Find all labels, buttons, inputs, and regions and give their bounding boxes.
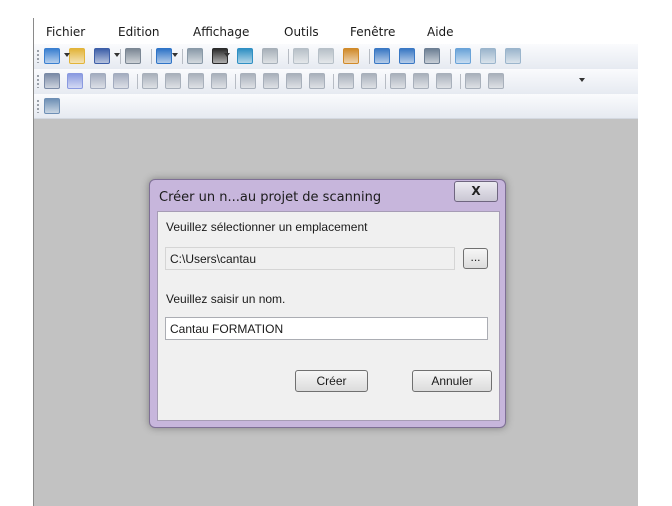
- cloud-sync-icon[interactable]: [480, 48, 496, 64]
- chevron-down-icon[interactable]: [224, 53, 230, 57]
- plane-icon[interactable]: [390, 73, 406, 89]
- chevron-down-icon[interactable]: [579, 78, 585, 82]
- create-button[interactable]: Créer: [295, 370, 368, 392]
- toolbar-separator: [450, 49, 451, 64]
- document-export-icon[interactable]: [399, 48, 415, 64]
- location-label: Veuillez sélectionner un emplacement: [166, 220, 368, 234]
- menu-outils[interactable]: Outils: [284, 25, 319, 39]
- menu-fenetre[interactable]: Fenêtre: [350, 25, 395, 39]
- help-icon[interactable]: [156, 48, 172, 64]
- target-icon[interactable]: [188, 73, 204, 89]
- toolbar-separator: [333, 74, 334, 89]
- toolbar-separator: [385, 74, 386, 89]
- name-label: Veuillez saisir un nom.: [166, 292, 286, 306]
- register-icon[interactable]: [142, 73, 158, 89]
- toolbar-grip[interactable]: [37, 50, 39, 63]
- toolbar-separator: [460, 74, 461, 89]
- project-name-input[interactable]: Cantau FORMATION: [165, 317, 488, 340]
- list-icon[interactable]: [424, 48, 440, 64]
- panel-icon[interactable]: [293, 48, 309, 64]
- home-view-icon[interactable]: [237, 48, 253, 64]
- toolbar-separator: [235, 74, 236, 89]
- cube-filled-icon[interactable]: [309, 73, 325, 89]
- menu-fichier[interactable]: Fichier: [46, 25, 85, 39]
- toolbar-separator: [182, 49, 183, 64]
- toolbar-separator: [369, 49, 370, 64]
- toolbar-separator: [120, 49, 121, 64]
- align-icon[interactable]: [165, 73, 181, 89]
- sphere-icon[interactable]: [67, 73, 83, 89]
- section-icon[interactable]: [413, 73, 429, 89]
- menu-affichage[interactable]: Affichage: [193, 25, 249, 39]
- lasso-icon[interactable]: [90, 73, 106, 89]
- download-icon[interactable]: [343, 48, 359, 64]
- chevron-down-icon[interactable]: [172, 53, 178, 57]
- angle-icon[interactable]: [361, 73, 377, 89]
- chevron-down-icon[interactable]: [114, 53, 120, 57]
- measure-icon[interactable]: [338, 73, 354, 89]
- location-field[interactable]: C:\Users\cantau: [165, 247, 455, 270]
- tools-toolbar: [34, 69, 638, 95]
- browse-button[interactable]: ...: [463, 248, 488, 269]
- box-edit-icon[interactable]: [240, 73, 256, 89]
- cloud-remove-icon[interactable]: [505, 48, 521, 64]
- scan-icon[interactable]: [187, 48, 203, 64]
- grid-view-icon[interactable]: [262, 48, 278, 64]
- open-folder-icon[interactable]: [69, 48, 85, 64]
- box-clip-icon[interactable]: [263, 73, 279, 89]
- dialog-title: Créer un n...au projet de scanning: [159, 190, 382, 205]
- save-icon[interactable]: [94, 48, 110, 64]
- toolbar-separator: [137, 74, 138, 89]
- chevron-down-icon[interactable]: [64, 53, 70, 57]
- select-arrow-icon[interactable]: [44, 73, 60, 89]
- zoom-icon[interactable]: [318, 48, 334, 64]
- new-document-icon[interactable]: [44, 48, 60, 64]
- toolbar-separator: [151, 49, 152, 64]
- cloud-points-icon[interactable]: [113, 73, 129, 89]
- cube-icon[interactable]: [286, 73, 302, 89]
- print-icon[interactable]: [125, 48, 141, 64]
- standard-toolbar: [34, 44, 638, 70]
- cloud-add-icon[interactable]: [455, 48, 471, 64]
- toolbar-grip[interactable]: [37, 75, 39, 88]
- toolbar-separator: [288, 49, 289, 64]
- menu-aide[interactable]: Aide: [427, 25, 454, 39]
- scan-image-icon[interactable]: [44, 98, 60, 114]
- menu-bar: Fichier Edition Affichage Outils Fenêtre…: [34, 18, 638, 44]
- new-scan-project-dialog: Créer un n...au projet de scanning X Veu…: [149, 179, 506, 428]
- calendar-icon[interactable]: [374, 48, 390, 64]
- box-icon[interactable]: [211, 73, 227, 89]
- application-window: Fichier Edition Affichage Outils Fenêtre…: [33, 18, 638, 506]
- close-button[interactable]: X: [454, 181, 498, 202]
- mesh-icon[interactable]: [436, 73, 452, 89]
- export-icon[interactable]: [465, 73, 481, 89]
- cancel-button[interactable]: Annuler: [412, 370, 492, 392]
- table-icon[interactable]: [488, 73, 504, 89]
- menu-edition[interactable]: Edition: [118, 25, 160, 39]
- dialog-body: Veuillez sélectionner un emplacement C:\…: [157, 211, 500, 421]
- toolbar-grip[interactable]: [37, 100, 39, 113]
- scan-toolbar: [34, 94, 638, 119]
